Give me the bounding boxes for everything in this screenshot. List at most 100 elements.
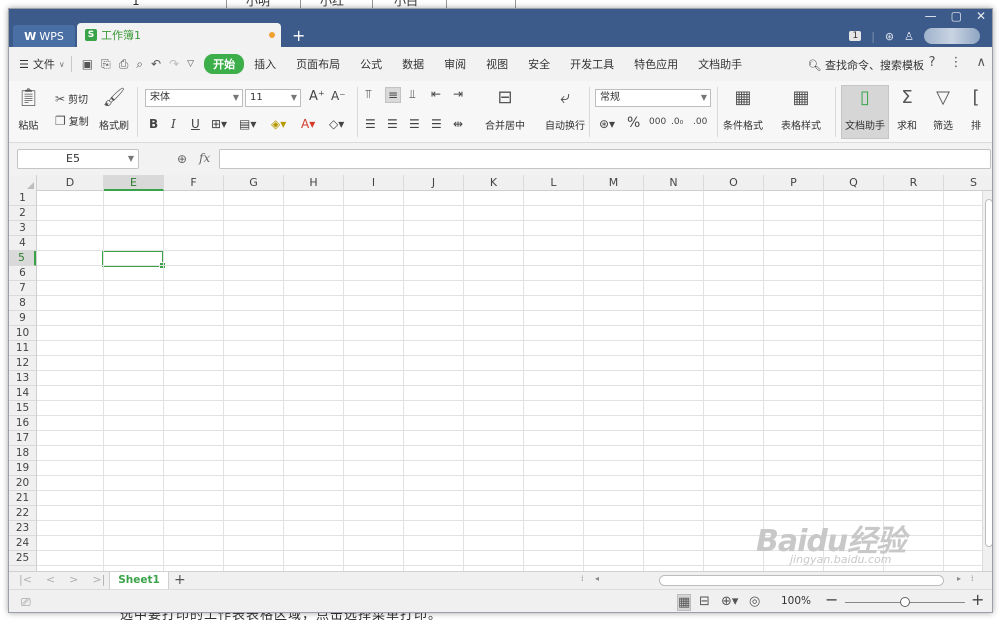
- wrap-text-button[interactable]: ⤶ 自动换行: [545, 87, 585, 132]
- column-header-r[interactable]: R: [884, 175, 944, 191]
- page-break-view-icon[interactable]: ⊟: [699, 594, 710, 609]
- table-style-button[interactable]: ▦ 表格样式: [781, 87, 821, 132]
- format-painter-button[interactable]: 🖌︎ 格式刷: [99, 87, 129, 132]
- workbook-tab[interactable]: S 工作簿1: [77, 23, 281, 47]
- print-preview-icon[interactable]: ⌕: [136, 57, 143, 72]
- export-icon[interactable]: ⎘: [101, 57, 111, 72]
- font-size-select[interactable]: 11 ▼: [245, 89, 301, 107]
- number-format-select[interactable]: 常规 ▼: [595, 89, 711, 107]
- row-header-13[interactable]: 13: [9, 371, 36, 386]
- row-header-22[interactable]: 22: [9, 506, 36, 521]
- save-icon[interactable]: ▣: [82, 57, 93, 71]
- wps-home-tab[interactable]: W WPS: [13, 25, 75, 47]
- column-header-q[interactable]: Q: [824, 175, 884, 191]
- font-name-select[interactable]: 宋体 ▼: [145, 89, 243, 107]
- decrease-font-icon[interactable]: A⁻: [331, 89, 346, 103]
- row-header-14[interactable]: 14: [9, 386, 36, 401]
- increase-font-icon[interactable]: A⁺: [309, 89, 325, 104]
- tab-security[interactable]: 安全: [518, 56, 560, 72]
- column-header-g[interactable]: G: [224, 175, 284, 191]
- fill-color-icon[interactable]: ◈▾: [271, 117, 286, 131]
- decrease-decimal-icon[interactable]: .00: [693, 117, 707, 127]
- column-header-s[interactable]: S: [944, 175, 992, 191]
- row-header-21[interactable]: 21: [9, 491, 36, 506]
- row-header-12[interactable]: 12: [9, 356, 36, 371]
- cut-button[interactable]: ✂ 剪切: [55, 91, 88, 107]
- select-all-corner[interactable]: [9, 175, 37, 191]
- command-search[interactable]: 🔍︎ 查找命令、搜索模板: [808, 57, 924, 73]
- align-bottom-icon[interactable]: ⫫: [409, 87, 416, 102]
- row-header-3[interactable]: 3: [9, 221, 36, 236]
- percent-icon[interactable]: %: [627, 115, 640, 131]
- row-header-15[interactable]: 15: [9, 401, 36, 416]
- reading-mode-icon[interactable]: ◎: [749, 594, 760, 609]
- filter-button[interactable]: ▽ 筛选: [933, 87, 953, 132]
- maximize-button[interactable]: ▢: [951, 9, 962, 23]
- more-icon[interactable]: ⋮: [949, 55, 962, 70]
- prev-sheet-icon[interactable]: <: [46, 573, 55, 586]
- column-header-e[interactable]: E: [104, 175, 164, 191]
- thousands-icon[interactable]: 000: [649, 117, 666, 127]
- window-count-badge[interactable]: 1: [849, 31, 862, 41]
- zoom-slider-thumb[interactable]: [900, 597, 910, 607]
- column-header-h[interactable]: H: [284, 175, 344, 191]
- decrease-indent-icon[interactable]: ⇤: [431, 87, 441, 101]
- file-menu-button[interactable]: ☰ 文件 ∨: [19, 56, 65, 72]
- sheet-tab-sheet1[interactable]: Sheet1: [109, 572, 169, 589]
- sort-button[interactable]: [ 排: [971, 87, 981, 132]
- row-header-16[interactable]: 16: [9, 416, 36, 431]
- first-sheet-icon[interactable]: |<: [19, 573, 32, 586]
- column-header-m[interactable]: M: [584, 175, 644, 191]
- redo-icon[interactable]: ↷: [169, 57, 179, 71]
- close-button[interactable]: ✕: [976, 9, 986, 23]
- help-icon[interactable]: ?: [929, 55, 936, 70]
- align-middle-icon[interactable]: ≡: [385, 87, 402, 103]
- zoom-percentage[interactable]: 100%: [781, 595, 811, 607]
- minimize-button[interactable]: —: [925, 9, 937, 23]
- tab-page-layout[interactable]: 页面布局: [286, 56, 350, 72]
- row-header-11[interactable]: 11: [9, 341, 36, 356]
- row-header-8[interactable]: 8: [9, 296, 36, 311]
- increase-decimal-icon[interactable]: .0₀: [671, 117, 683, 127]
- align-top-icon[interactable]: ⫪: [365, 87, 372, 102]
- tab-developer[interactable]: 开发工具: [560, 56, 624, 72]
- tab-doc-assistant[interactable]: 文档助手: [688, 56, 752, 72]
- row-header-7[interactable]: 7: [9, 281, 36, 296]
- customize-icon[interactable]: ▽: [187, 59, 194, 69]
- row-header-9[interactable]: 9: [9, 311, 36, 326]
- page-layout-view-icon[interactable]: ⊕▾: [721, 594, 738, 609]
- collapse-ribbon-icon[interactable]: ∧: [976, 55, 986, 70]
- row-header-5[interactable]: 5: [9, 251, 36, 266]
- tab-home[interactable]: 开始: [204, 54, 245, 74]
- currency-icon[interactable]: ⊛▾: [599, 117, 615, 131]
- column-header-p[interactable]: P: [764, 175, 824, 191]
- row-header-17[interactable]: 17: [9, 431, 36, 446]
- row-header-2[interactable]: 2: [9, 206, 36, 221]
- copy-button[interactable]: ❐ 复制: [55, 113, 89, 129]
- new-tab-button[interactable]: +: [292, 26, 305, 45]
- column-header-k[interactable]: K: [464, 175, 524, 191]
- tab-formulas[interactable]: 公式: [350, 56, 392, 72]
- column-header-i[interactable]: I: [344, 175, 404, 191]
- zoom-in-button[interactable]: +: [971, 590, 984, 609]
- row-header-20[interactable]: 20: [9, 476, 36, 491]
- row-header-23[interactable]: 23: [9, 521, 36, 536]
- column-header-n[interactable]: N: [644, 175, 704, 191]
- increase-indent-icon[interactable]: ⇥: [453, 87, 463, 101]
- user-avatar[interactable]: [924, 28, 980, 44]
- underline-icon[interactable]: U: [191, 117, 200, 131]
- tab-insert[interactable]: 插入: [244, 56, 286, 72]
- normal-view-icon[interactable]: ▦: [677, 594, 692, 611]
- name-box[interactable]: E5 ▼: [17, 149, 139, 169]
- tab-view[interactable]: 视图: [476, 56, 518, 72]
- tab-review[interactable]: 审阅: [434, 56, 476, 72]
- tab-data[interactable]: 数据: [392, 56, 434, 72]
- scroll-splitter-icon[interactable]: ⁞: [971, 574, 974, 583]
- horizontal-scrollbar[interactable]: [659, 575, 944, 586]
- font-color-icon[interactable]: A▾: [301, 117, 315, 131]
- row-header-4[interactable]: 4: [9, 236, 36, 251]
- skin-icon[interactable]: ⊛: [885, 30, 894, 43]
- fx-icon[interactable]: fx: [199, 151, 210, 165]
- scroll-splitter-icon[interactable]: ⁞: [581, 574, 584, 583]
- align-right-icon[interactable]: ☰: [409, 117, 420, 131]
